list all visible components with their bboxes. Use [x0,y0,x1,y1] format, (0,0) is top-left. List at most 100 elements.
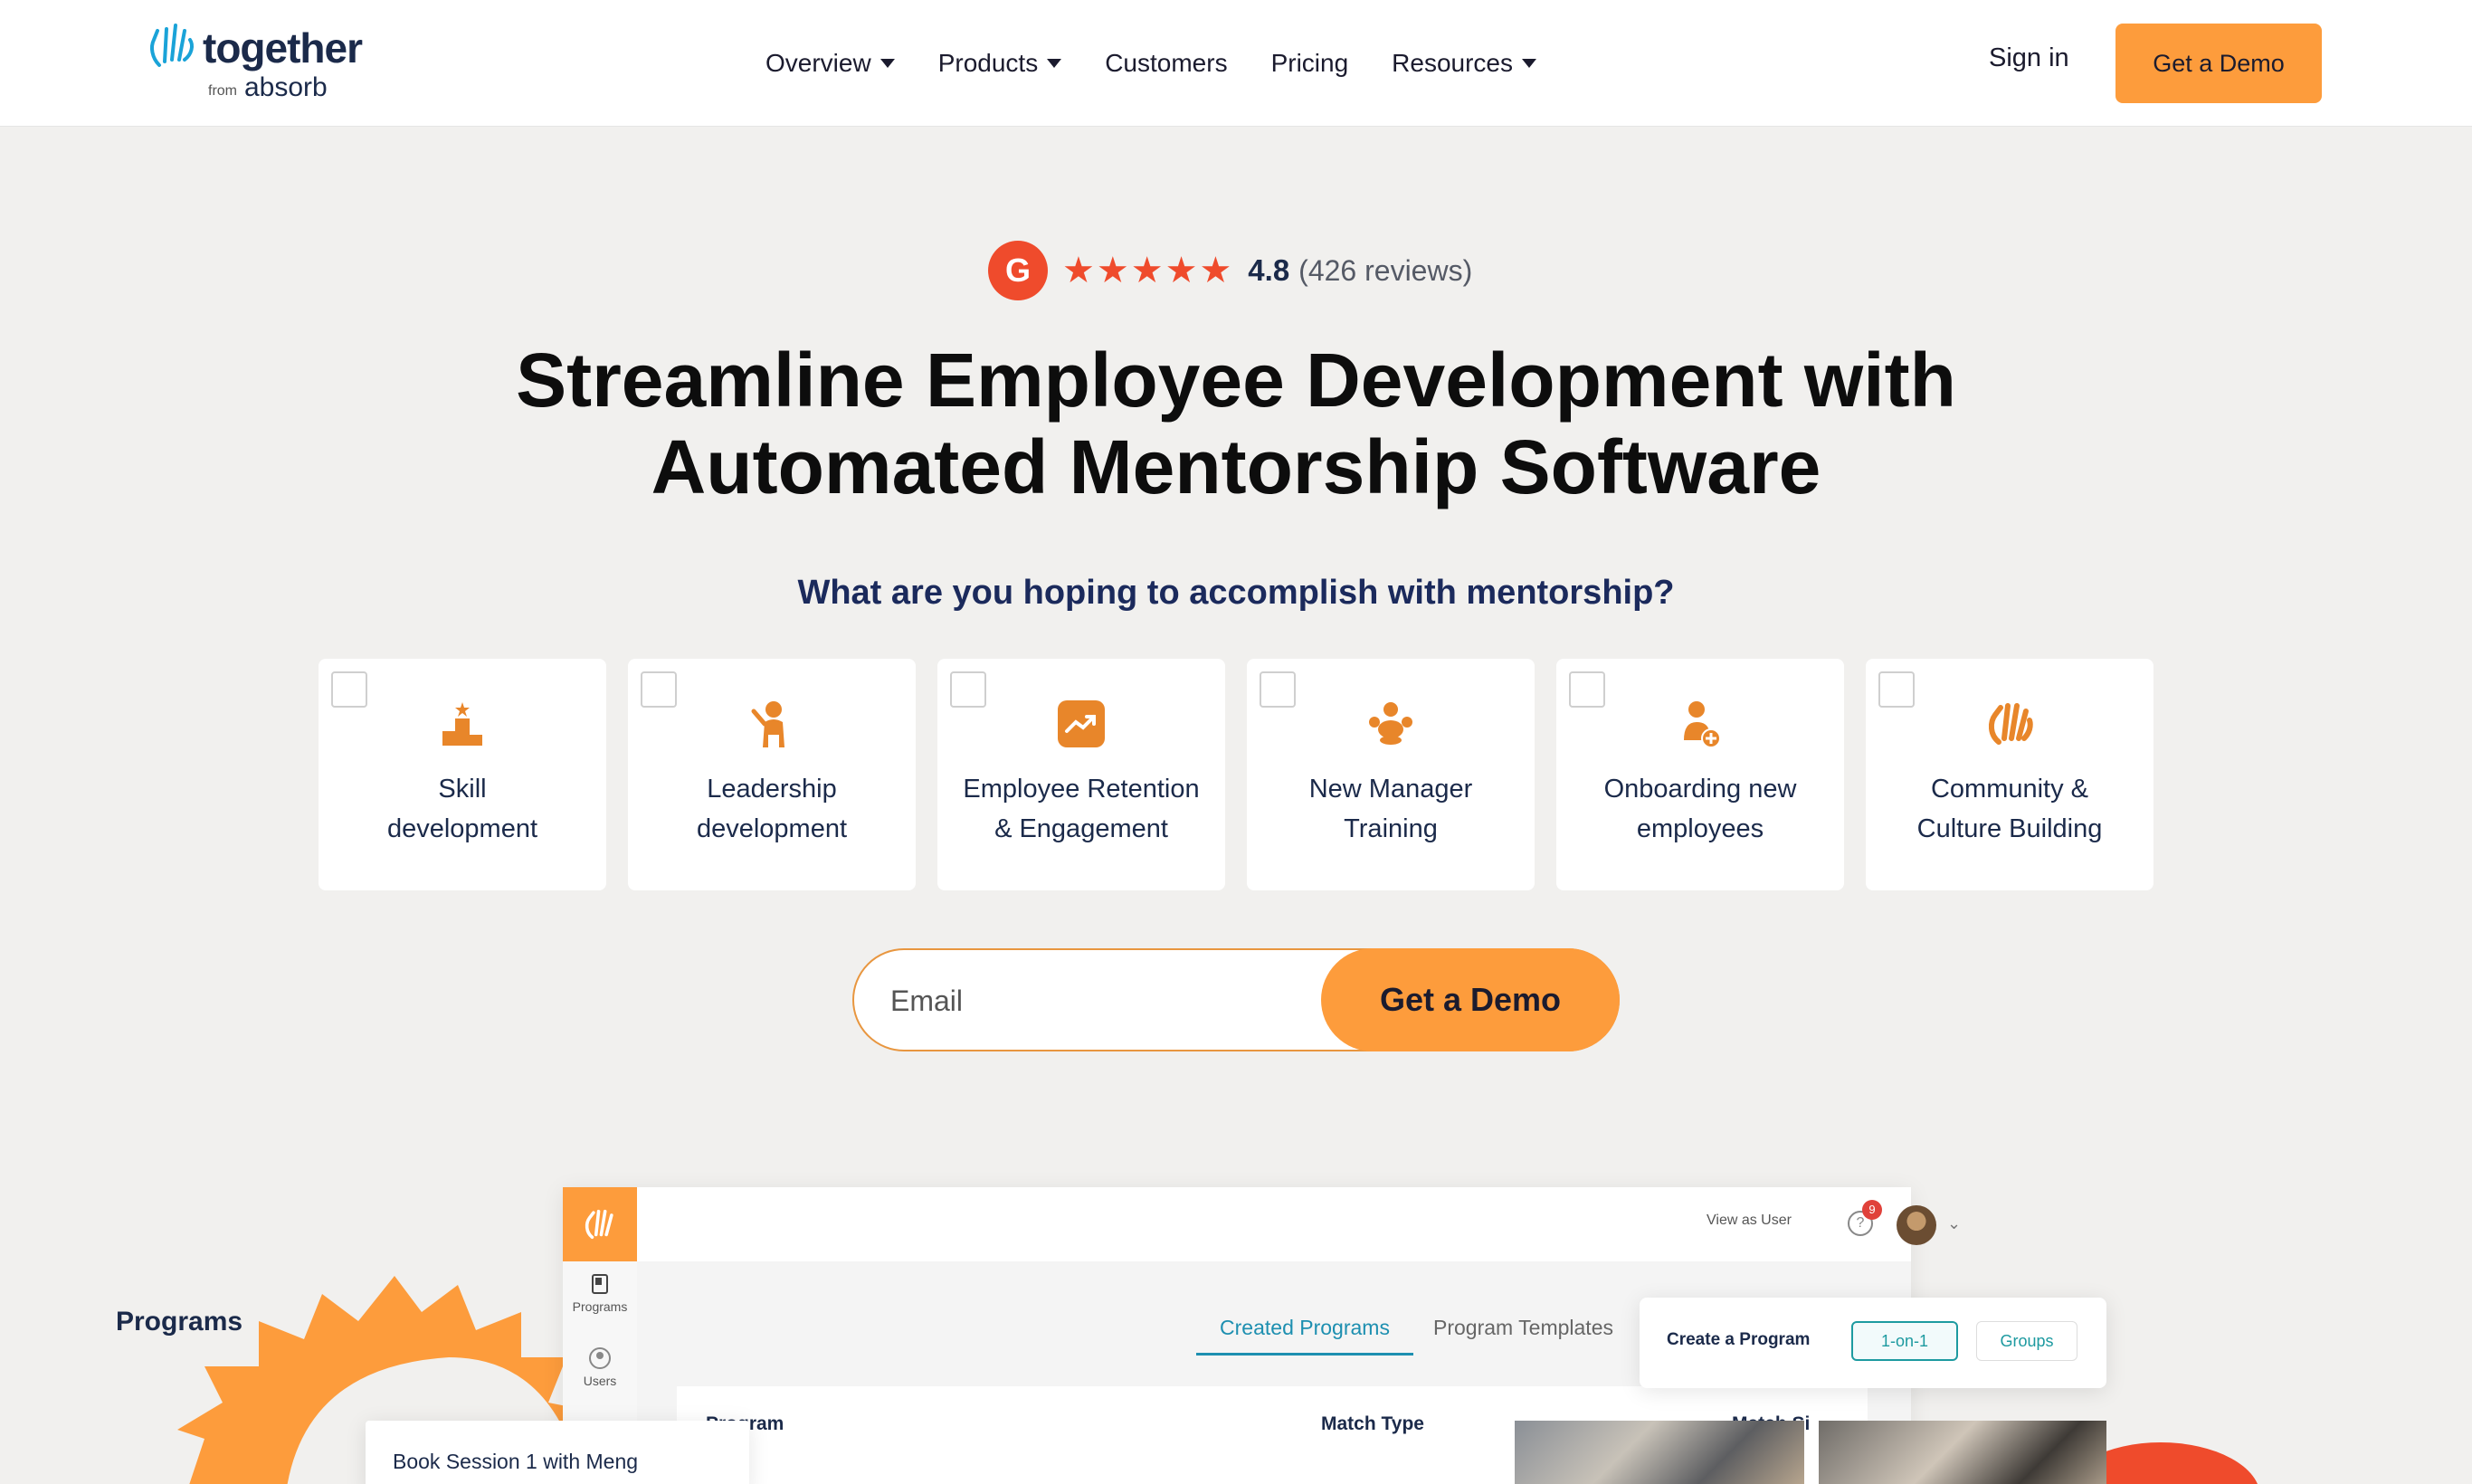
together-logo[interactable]: together from absorb [147,20,382,107]
menu-products-label: Products [937,49,1039,77]
goal-cards: Skill development Leadership development… [319,659,2153,890]
waving-hand-icon [1988,703,2033,745]
menu-products[interactable]: Products [938,49,1062,78]
team-icon [1369,702,1412,745]
goal-card-new-manager-training[interactable]: New Manager Training [1247,659,1535,890]
goal-label: Leadership development [639,769,905,849]
menu-customers[interactable]: Customers [1105,49,1227,78]
view-as-user-button[interactable]: View as User [1707,1213,1792,1229]
goal-checkbox[interactable] [950,671,986,708]
book-icon [592,1274,608,1294]
goal-card-employee-retention[interactable]: Employee Retention & Engagement [937,659,1225,890]
app-logo [563,1187,637,1261]
email-input[interactable] [890,977,1270,1024]
create-program-label: Create a Program [1667,1330,1811,1349]
sign-in-link[interactable]: Sign in [1989,43,2069,73]
g2-rating: G ★ ★ ★ ★ ★ 4.8 (426 reviews) [988,241,1472,300]
goal-label-line2: Training [1344,814,1438,843]
avatar[interactable] [1897,1205,1936,1245]
menu-customers-label: Customers [1105,49,1228,77]
menu-pricing[interactable]: Pricing [1271,49,1349,78]
goal-checkbox[interactable] [1569,671,1605,708]
star-icon: ★ [1165,251,1198,290]
column-header-match-type: Match Type [1321,1413,1424,1434]
hero-title: Streamline Employee Development with Aut… [331,337,2141,510]
goal-label-line1: New Manager [1308,775,1473,804]
star-icon: ★ [1130,251,1164,290]
caret-down-icon [1522,59,1537,68]
groups-option[interactable]: Groups [1976,1321,2077,1361]
star-icon: ★ [1199,251,1232,290]
goal-label-line2: & Engagement [994,814,1168,843]
podium-icon [442,702,482,746]
sidebar-item-label: Programs [572,1299,628,1314]
tab-program-templates[interactable]: Program Templates [1433,1316,1613,1340]
demo-request-form: Get a Demo [852,948,1620,1051]
star-icon: ★ [1096,251,1129,290]
caret-down-icon [879,59,895,68]
hero-title-line2: Automated Mentorship Software [651,424,1821,509]
rating-score: 4.8 [1248,253,1290,287]
goal-card-leadership-development[interactable]: Leadership development [628,659,916,890]
goal-label-line1: Community & [1930,775,2089,804]
goal-label: Employee Retention & Engagement [948,769,1214,849]
menu-overview-label: Overview [765,49,871,77]
goal-label-line2: development [386,814,538,843]
goal-label-line2: employees [1636,814,1764,843]
hand-logo-icon [150,24,194,67]
main-menu: Overview Products Customers Pricing Reso… [765,43,1580,83]
leader-icon [751,701,784,747]
goal-checkbox[interactable] [641,671,677,708]
goal-card-skill-development[interactable]: Skill development [319,659,606,890]
goal-label-line2: development [696,814,848,843]
logo-absorb-text: absorb [244,72,328,102]
user-circle-icon [589,1347,611,1369]
groups-label: Groups [2000,1331,2054,1350]
team-photo [1819,1421,2106,1484]
create-program-panel: Create a Program 1-on-1 Groups [1640,1298,2106,1388]
form-get-demo-button[interactable]: Get a Demo [1321,948,1620,1051]
one-on-one-option[interactable]: 1-on-1 [1851,1321,1958,1361]
tab-created-programs[interactable]: Created Programs [1196,1316,1413,1356]
goal-label-line2: Culture Building [1916,814,2103,843]
add-user-icon [1684,701,1721,748]
book-session-label: Book Session 1 with Meng [393,1450,639,1473]
star-rating: ★ ★ ★ ★ ★ [1062,252,1233,289]
goal-label: Onboarding new employees [1567,769,1833,849]
hand-logo-icon [585,1209,613,1240]
goal-card-onboarding[interactable]: Onboarding new employees [1556,659,1844,890]
team-photo [1515,1421,1804,1484]
g2-badge-icon: G [988,241,1048,300]
goal-label: Skill development [329,769,595,849]
goal-checkbox[interactable] [331,671,367,708]
top-navigation: together from absorb Overview Products C… [0,0,2472,127]
logo-wordmark: together [203,24,363,71]
review-count: (426 reviews) [1298,253,1473,287]
notification-badge: 9 [1862,1200,1882,1220]
sidebar-item-users[interactable]: Users [563,1346,637,1388]
goal-card-community-culture[interactable]: Community & Culture Building [1866,659,2153,890]
book-session-card[interactable]: Book Session 1 with Meng [366,1421,749,1484]
menu-overview[interactable]: Overview [765,49,895,78]
one-on-one-label: 1-on-1 [1880,1331,1929,1350]
mentorship-question: What are you hoping to accomplish with m… [797,574,1675,612]
page-title: Programs [116,1307,243,1337]
goal-label: Community & Culture Building [1877,769,2143,849]
sidebar-item-programs[interactable]: Programs [563,1272,637,1314]
goal-checkbox[interactable] [1878,671,1915,708]
goal-label-line1: Skill [438,775,487,804]
nav-get-demo-button[interactable]: Get a Demo [2115,24,2322,103]
goal-label-line1: Leadership [707,775,837,804]
caret-down-icon [1047,59,1062,68]
chevron-down-icon[interactable]: ⌄ [1947,1214,1961,1233]
goal-checkbox[interactable] [1260,671,1296,708]
sidebar-item-label: Users [583,1374,617,1388]
goal-label-line1: Onboarding new [1603,775,1797,804]
star-icon: ★ [1062,251,1095,290]
menu-resources[interactable]: Resources [1392,49,1537,78]
app-header: View as User ? 9 ⌄ [637,1187,1961,1261]
goal-label: New Manager Training [1258,769,1524,849]
hero-title-line1: Streamline Employee Development with [516,338,1956,423]
menu-resources-label: Resources [1392,49,1514,77]
menu-pricing-label: Pricing [1270,49,1349,77]
